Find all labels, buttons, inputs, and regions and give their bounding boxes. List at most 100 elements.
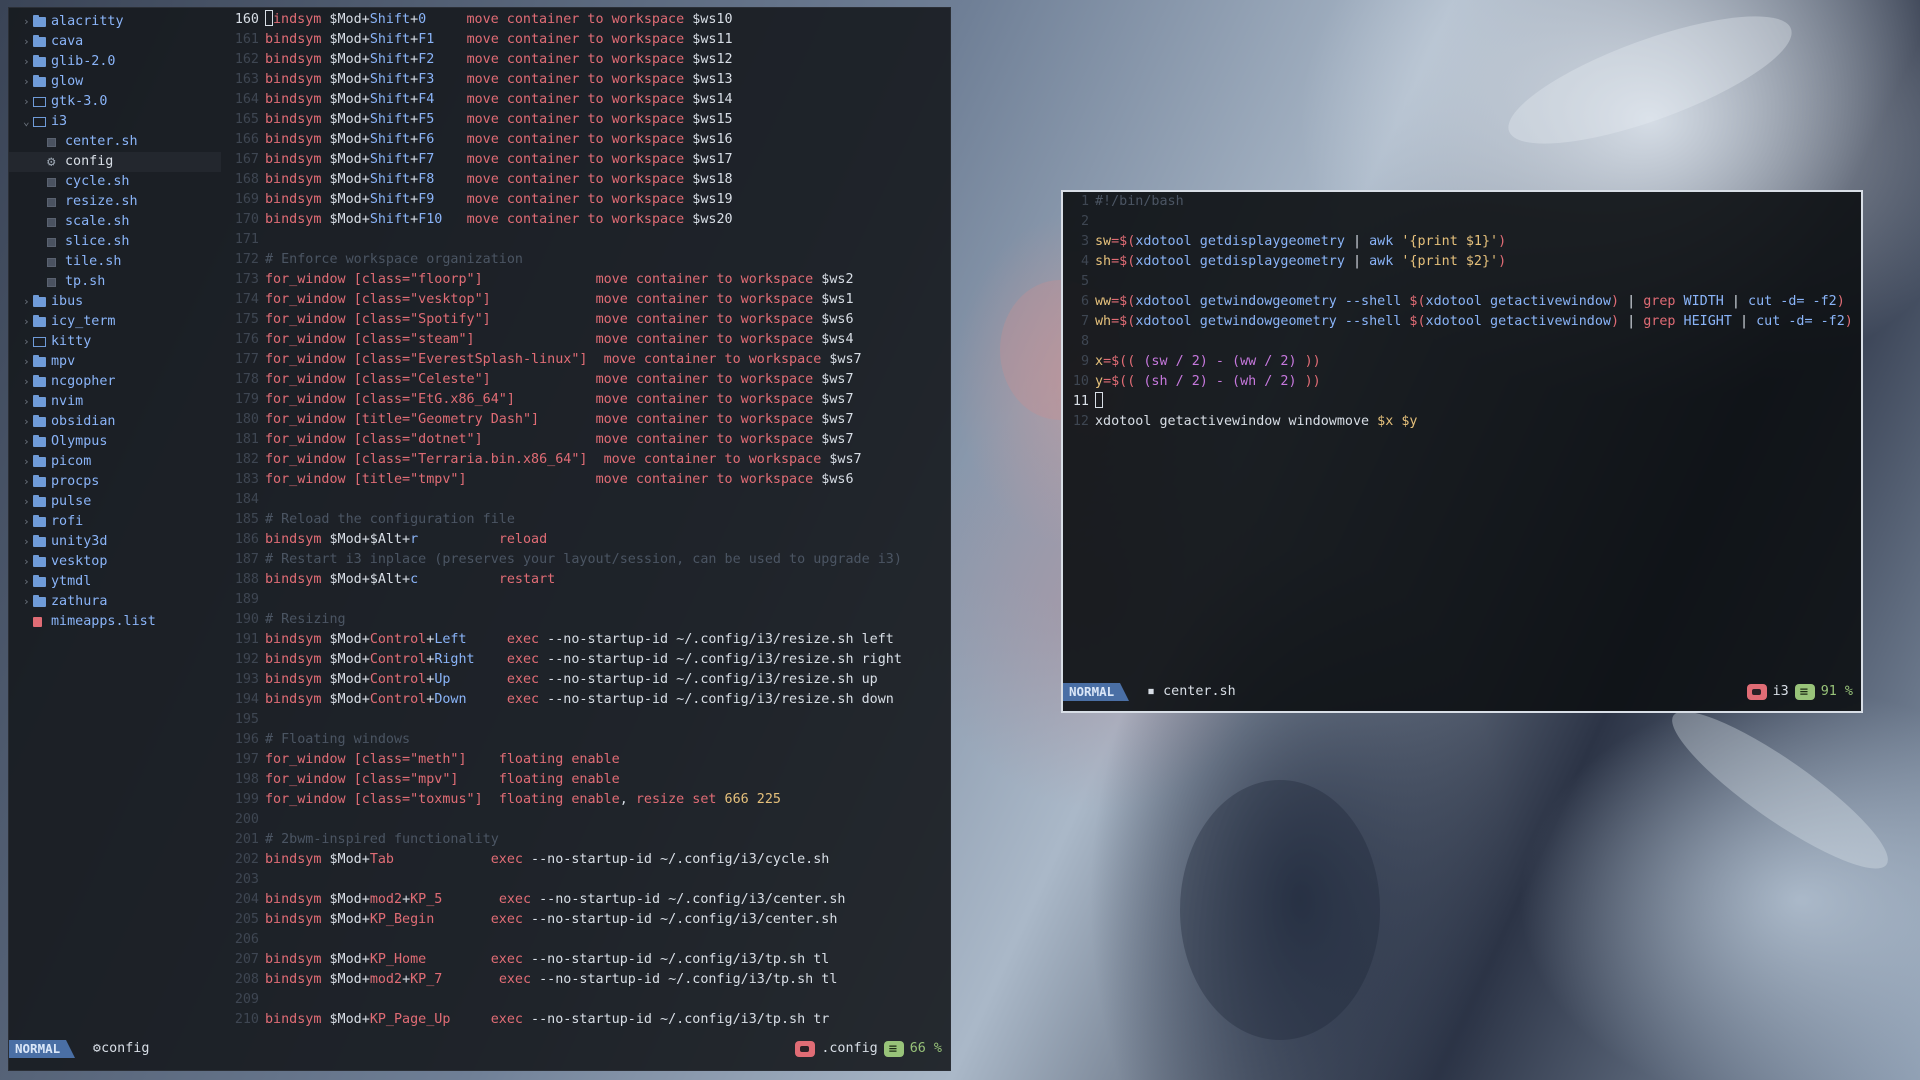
code-line[interactable]: 190 # Resizing — [231, 610, 902, 630]
code-line[interactable]: 191 bindsym $Mod+Control+Left exec --no-s… — [231, 630, 902, 650]
code-line[interactable]: 202 bindsym $Mod+Tab exec --no-startup-id… — [231, 850, 902, 870]
code-line[interactable]: 195 — [231, 710, 902, 730]
tree-item[interactable]: tp.sh — [9, 272, 221, 292]
code-line[interactable]: 166 bindsym $Mod+Shift+F6 move container … — [231, 130, 902, 150]
tree-item[interactable]: › pulse — [9, 492, 221, 512]
code-line[interactable]: 180 for_window [title="Geometry Dash"] mo… — [231, 410, 902, 430]
code-line[interactable]: 175 for_window [class="Spotify"] move con… — [231, 310, 902, 330]
code-line[interactable]: 7 wh=$(xdotool getwindowgeometry --shell … — [1071, 312, 1853, 332]
code-line[interactable]: 179 for_window [class="EtG.x86_64"] move … — [231, 390, 902, 410]
code-line[interactable]: 164 bindsym $Mod+Shift+F4 move container … — [231, 90, 902, 110]
code-line[interactable]: 205 bindsym $Mod+KP_Begin exec --no-start… — [231, 910, 902, 930]
code-line[interactable]: 160 indsym $Mod+Shift+0 move container to… — [231, 10, 902, 30]
editor-buffer-config[interactable]: 160 indsym $Mod+Shift+0 move container to… — [231, 10, 902, 1030]
tree-item[interactable]: mimeapps.list — [9, 612, 221, 632]
code-line[interactable]: 161 bindsym $Mod+Shift+F1 move container … — [231, 30, 902, 50]
code-line[interactable]: 168 bindsym $Mod+Shift+F8 move container … — [231, 170, 902, 190]
code-line[interactable]: 187 # Restart i3 inplace (preserves your … — [231, 550, 902, 570]
tree-item[interactable]: › mpv — [9, 352, 221, 372]
code-line[interactable]: 9 x=$(( (sw / 2) - (ww / 2) )) — [1071, 352, 1853, 372]
code-line[interactable]: 6 ww=$(xdotool getwindowgeometry --shell … — [1071, 292, 1853, 312]
tree-item[interactable]: › Olympus — [9, 432, 221, 452]
tree-item[interactable]: › picom — [9, 452, 221, 472]
tree-item[interactable]: ⚙ config — [9, 152, 221, 172]
code-line[interactable]: 181 for_window [class="dotnet"] move cont… — [231, 430, 902, 450]
code-line[interactable]: 185 # Reload the configuration file — [231, 510, 902, 530]
code-line[interactable]: 201 # 2bwm-inspired functionality — [231, 830, 902, 850]
tree-item[interactable]: › vesktop — [9, 552, 221, 572]
code-line[interactable]: 207 bindsym $Mod+KP_Home exec --no-startu… — [231, 950, 902, 970]
tree-item[interactable]: resize.sh — [9, 192, 221, 212]
tree-item[interactable]: › ytmdl — [9, 572, 221, 592]
code-line[interactable]: 165 bindsym $Mod+Shift+F5 move container … — [231, 110, 902, 130]
code-line[interactable]: 173 for_window [class="floorp"] move cont… — [231, 270, 902, 290]
code-line[interactable]: 163 bindsym $Mod+Shift+F3 move container … — [231, 70, 902, 90]
code-line[interactable]: 196 # Floating windows — [231, 730, 902, 750]
tree-item[interactable]: › zathura — [9, 592, 221, 612]
code-line[interactable]: 8 — [1071, 332, 1853, 352]
code-line[interactable]: 193 bindsym $Mod+Control+Up exec --no-sta… — [231, 670, 902, 690]
code-line[interactable]: 10 y=$(( (sh / 2) - (wh / 2) )) — [1071, 372, 1853, 392]
code-line[interactable]: 197 for_window [class="meth"] floating en… — [231, 750, 902, 770]
code-line[interactable]: 4 sh=$(xdotool getdisplaygeometry | awk '… — [1071, 252, 1853, 272]
tree-item[interactable]: › ncgopher — [9, 372, 221, 392]
code-line[interactable]: 209 — [231, 990, 902, 1010]
code-line[interactable]: 208 bindsym $Mod+mod2+KP_7 exec --no-star… — [231, 970, 902, 990]
code-token: x — [1095, 354, 1104, 369]
editor-buffer-center-sh[interactable]: 1 #!/bin/bash 2 3 sw=$(xdotool getdisplaygeo… — [1071, 192, 1853, 432]
code-line[interactable]: 192 bindsym $Mod+Control+Right exec --no-… — [231, 650, 902, 670]
code-line[interactable]: 184 — [231, 490, 902, 510]
code-line[interactable]: 169 bindsym $Mod+Shift+F9 move container … — [231, 190, 902, 210]
tree-item[interactable]: › nvim — [9, 392, 221, 412]
code-line[interactable]: 12 xdotool getactivewindow windowmove $x … — [1071, 412, 1853, 432]
code-line[interactable]: 174 for_window [class="vesktop"] move con… — [231, 290, 902, 310]
code-line[interactable]: 194 bindsym $Mod+Control+Down exec --no-s… — [231, 690, 902, 710]
code-line[interactable]: 176 for_window [class="steam"] move conta… — [231, 330, 902, 350]
tree-item[interactable]: › icy_term — [9, 312, 221, 332]
tree-item[interactable]: › glib-2.0 — [9, 52, 221, 72]
code-line[interactable]: 183 for_window [title="tmpv"] move contai… — [231, 470, 902, 490]
code-line[interactable]: 2 — [1071, 212, 1853, 232]
code-line[interactable]: 5 — [1071, 272, 1853, 292]
code-line[interactable]: 11 — [1071, 392, 1853, 412]
tree-item[interactable]: › alacritty — [9, 12, 221, 32]
code-line[interactable]: 3 sw=$(xdotool getdisplaygeometry | awk '… — [1071, 232, 1853, 252]
code-line[interactable]: 189 — [231, 590, 902, 610]
code-line[interactable]: 1 #!/bin/bash — [1071, 192, 1853, 212]
code-line[interactable]: 200 — [231, 810, 902, 830]
code-line[interactable]: 206 — [231, 930, 902, 950]
tree-item[interactable]: tile.sh — [9, 252, 221, 272]
tree-item[interactable]: › cava — [9, 32, 221, 52]
tree-item[interactable]: › ibus — [9, 292, 221, 312]
tree-item[interactable]: › unity3d — [9, 532, 221, 552]
code-line[interactable]: 188 bindsym $Mod+$Alt+c restart — [231, 570, 902, 590]
code-line[interactable]: 182 for_window [class="Terraria.bin.x86_6… — [231, 450, 902, 470]
tree-item[interactable]: › procps — [9, 472, 221, 492]
nvim-window-center-sh[interactable]: 1 #!/bin/bash 2 3 sw=$(xdotool getdisplaygeo… — [1061, 190, 1863, 713]
code-line[interactable]: 203 — [231, 870, 902, 890]
tree-item[interactable]: › kitty — [9, 332, 221, 352]
tree-item[interactable]: cycle.sh — [9, 172, 221, 192]
code-line[interactable]: 167 bindsym $Mod+Shift+F7 move container … — [231, 150, 902, 170]
code-line[interactable]: 177 for_window [class="EverestSplash-linu… — [231, 350, 902, 370]
nvim-window-config[interactable]: › alacritty › cava › glib-2.0 › glow › gtk-3.0 ⌄ i3… — [8, 7, 951, 1071]
code-line[interactable]: 199 for_window [class="toxmus"] floating … — [231, 790, 902, 810]
tree-item[interactable]: › gtk-3.0 — [9, 92, 221, 112]
code-line[interactable]: 178 for_window [class="Celeste"] move con… — [231, 370, 902, 390]
tree-item[interactable]: ⌄ i3 — [9, 112, 221, 132]
tree-item[interactable]: › glow — [9, 72, 221, 92]
code-line[interactable]: 172 # Enforce workspace organization — [231, 250, 902, 270]
code-line[interactable]: 171 — [231, 230, 902, 250]
code-line[interactable]: 162 bindsym $Mod+Shift+F2 move container … — [231, 50, 902, 70]
code-line[interactable]: 198 for_window [class="mpv"] floating ena… — [231, 770, 902, 790]
code-line[interactable]: 170 bindsym $Mod+Shift+F10 move container… — [231, 210, 902, 230]
tree-item[interactable]: › obsidian — [9, 412, 221, 432]
code-token: $ws1 — [813, 292, 854, 307]
tree-item[interactable]: slice.sh — [9, 232, 221, 252]
code-line[interactable]: 210 bindsym $Mod+KP_Page_Up exec --no-sta… — [231, 1010, 902, 1030]
tree-item[interactable]: › rofi — [9, 512, 221, 532]
code-line[interactable]: 204 bindsym $Mod+mod2+KP_5 exec --no-star… — [231, 890, 902, 910]
tree-item[interactable]: center.sh — [9, 132, 221, 152]
tree-item[interactable]: scale.sh — [9, 212, 221, 232]
code-line[interactable]: 186 bindsym $Mod+$Alt+r reload — [231, 530, 902, 550]
